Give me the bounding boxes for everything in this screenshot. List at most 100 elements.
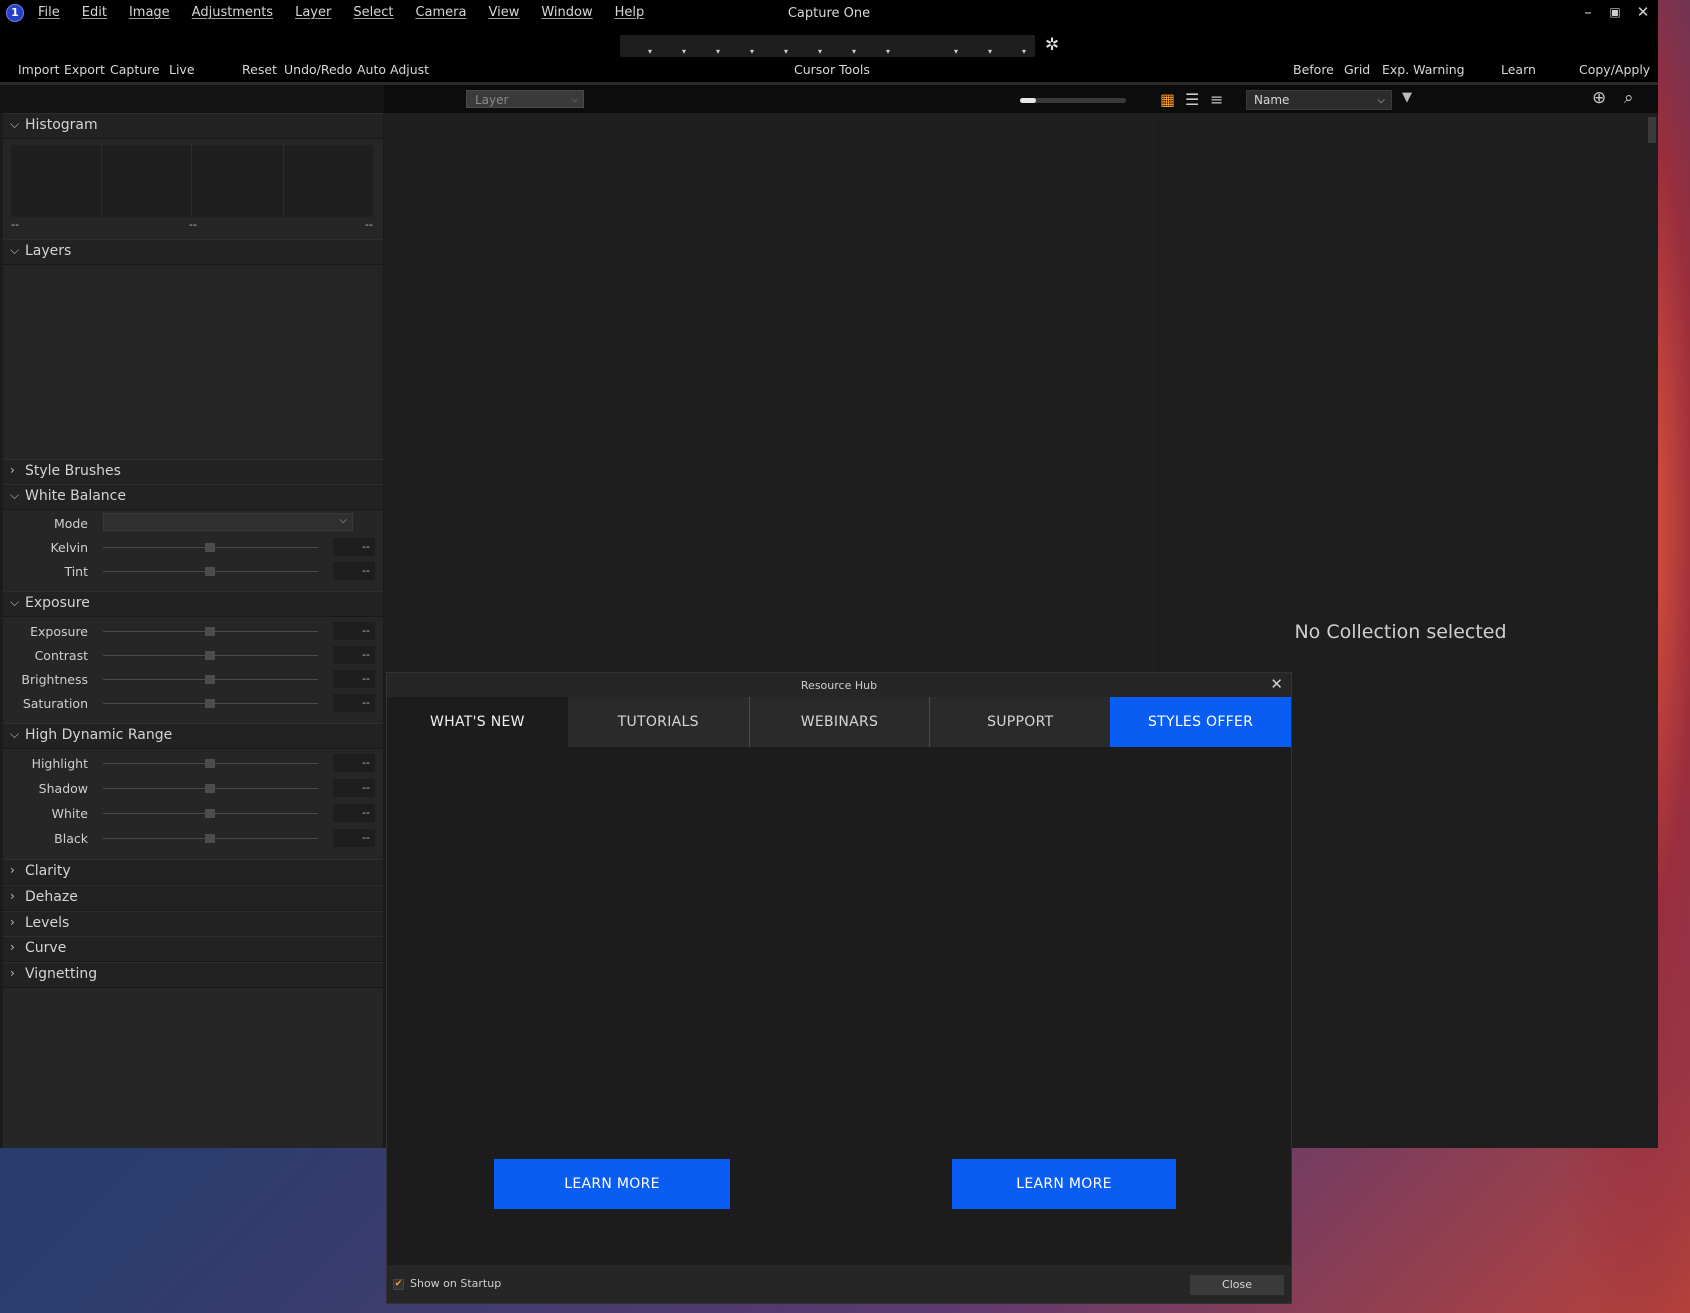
contrast-label: Contrast <box>34 648 88 663</box>
copy-apply-button[interactable]: Copy/Apply <box>1579 62 1650 77</box>
highlight-value[interactable]: -- <box>333 754 375 772</box>
chevron-right-icon: › <box>10 940 15 954</box>
kelvin-value[interactable]: -- <box>333 538 375 556</box>
shadow-value[interactable]: -- <box>333 779 375 797</box>
import-button[interactable]: Import <box>18 62 60 77</box>
chevron-down-icon: ⌵ <box>10 243 20 257</box>
maximize-icon[interactable]: ▣ <box>1606 5 1624 19</box>
tool-caret-icon[interactable]: ▾ <box>682 47 686 56</box>
kelvin-slider-handle[interactable] <box>205 543 215 552</box>
style-brushes-title: Style Brushes <box>25 463 121 479</box>
saturation-slider-handle[interactable] <box>205 699 215 708</box>
chevron-right-icon: › <box>10 915 15 929</box>
saturation-value[interactable]: -- <box>333 694 375 712</box>
tool-caret-icon[interactable]: ▾ <box>954 47 958 56</box>
capture-button[interactable]: Capture <box>110 62 160 77</box>
style-brushes-header[interactable]: › Style Brushes <box>3 459 383 485</box>
contrast-value[interactable]: -- <box>333 646 375 664</box>
chevron-right-icon: › <box>10 889 15 903</box>
tool-caret-icon[interactable]: ▾ <box>648 47 652 56</box>
list-view-icon[interactable]: ☰ <box>1185 90 1199 109</box>
filmstrip-view-icon[interactable]: ≡ <box>1210 90 1223 109</box>
vignetting-title: Vignetting <box>25 966 98 982</box>
resource-tabs: WHAT'S NEW TUTORIALS WEBINARS SUPPORT ST… <box>387 697 1291 747</box>
tool-caret-icon[interactable]: ▾ <box>852 47 856 56</box>
black-slider-handle[interactable] <box>205 834 215 843</box>
wb-mode-select[interactable]: ⌵ <box>103 513 353 531</box>
white-slider-handle[interactable] <box>205 809 215 818</box>
white-value[interactable]: -- <box>333 804 375 822</box>
vignetting-header[interactable]: › Vignetting <box>3 962 383 988</box>
filter-icon[interactable]: ▼ <box>1402 90 1412 105</box>
image-viewer[interactable] <box>384 113 1156 673</box>
black-row: Black -- <box>3 828 383 850</box>
live-button[interactable]: Live <box>169 62 195 77</box>
grid-button[interactable]: Grid <box>1344 62 1370 77</box>
layer-select[interactable]: Layer ⌵ <box>466 90 584 108</box>
zoom-search-icon[interactable]: ⊕ <box>1592 88 1606 108</box>
dialog-title-bar[interactable]: Resource Hub ✕ <box>387 673 1291 697</box>
tool-caret-icon[interactable]: ▾ <box>784 47 788 56</box>
minimize-icon[interactable]: – <box>1579 3 1597 21</box>
tab-webinars[interactable]: WEBINARS <box>748 697 930 747</box>
chevron-down-icon: ⌵ <box>10 595 20 609</box>
auto-adjust-button[interactable]: Auto Adjust <box>357 62 429 77</box>
viewer-subbar: Layer ⌵ ▦ ☰ ≡ Name ⌵ ▼ ⊕ ⌕ <box>0 85 1658 113</box>
tool-caret-icon[interactable]: ▾ <box>1022 47 1026 56</box>
sort-select[interactable]: Name ⌵ <box>1246 90 1392 110</box>
histogram-header[interactable]: ⌵ Histogram <box>3 113 383 139</box>
clarity-header[interactable]: › Clarity <box>3 859 383 885</box>
learn-more-button[interactable]: LEARN MORE <box>494 1159 730 1209</box>
exposure-slider-handle[interactable] <box>205 627 215 636</box>
white-balance-header[interactable]: ⌵ White Balance <box>3 484 383 510</box>
tool-caret-icon[interactable]: ▾ <box>750 47 754 56</box>
tint-label: Tint <box>64 564 88 579</box>
spinner-icon: ✲ <box>1045 35 1060 55</box>
window-title: Capture One <box>787 6 871 21</box>
levels-header[interactable]: › Levels <box>3 911 383 937</box>
close-icon[interactable]: ✕ <box>1270 675 1283 693</box>
exposure-value[interactable]: -- <box>333 622 375 640</box>
export-button[interactable]: Export <box>64 62 105 77</box>
cursor-tools-bar[interactable]: ▾ ▾ ▾ ▾ ▾ ▾ ▾ ▾ ▾ ▾ ▾ <box>620 35 1035 57</box>
browser-scrollbar[interactable] <box>1648 117 1656 143</box>
close-button[interactable]: Close <box>1190 1275 1284 1295</box>
tab-support[interactable]: SUPPORT <box>929 697 1111 747</box>
layers-title: Layers <box>25 243 72 259</box>
tool-caret-icon[interactable]: ▾ <box>818 47 822 56</box>
layers-header[interactable]: ⌵ Layers <box>3 239 383 265</box>
zoom-slider[interactable] <box>1020 98 1126 103</box>
dehaze-header[interactable]: › Dehaze <box>3 885 383 911</box>
highlight-slider-handle[interactable] <box>205 759 215 768</box>
tint-slider-handle[interactable] <box>205 567 215 576</box>
tool-caret-icon[interactable]: ▾ <box>886 47 890 56</box>
show-on-startup-checkbox[interactable]: ✔ <box>393 1279 404 1290</box>
tint-value[interactable]: -- <box>333 562 375 580</box>
grid-view-icon[interactable]: ▦ <box>1160 90 1175 109</box>
shadow-slider-handle[interactable] <box>205 784 215 793</box>
curve-header[interactable]: › Curve <box>3 936 383 962</box>
tool-caret-icon[interactable]: ▾ <box>988 47 992 56</box>
exposure-label: Exposure <box>30 624 88 639</box>
layers-list[interactable] <box>3 265 383 465</box>
brightness-value[interactable]: -- <box>333 670 375 688</box>
close-window-icon[interactable]: ✕ <box>1634 3 1652 21</box>
search-icon[interactable]: ⌕ <box>1624 88 1634 108</box>
hdr-header[interactable]: ⌵ High Dynamic Range <box>3 723 383 749</box>
tool-caret-icon[interactable]: ▾ <box>716 47 720 56</box>
reset-button[interactable]: Reset <box>242 62 277 77</box>
before-button[interactable]: Before <box>1293 62 1334 77</box>
tab-tutorials[interactable]: TUTORIALS <box>567 697 749 747</box>
learn-more-button[interactable]: LEARN MORE <box>952 1159 1176 1209</box>
contrast-slider-handle[interactable] <box>205 651 215 660</box>
brightness-row: Brightness -- <box>3 669 383 691</box>
undo-redo-button[interactable]: Undo/Redo <box>284 62 352 77</box>
exp-warning-button[interactable]: Exp. Warning <box>1382 62 1465 77</box>
black-value[interactable]: -- <box>333 829 375 847</box>
brightness-slider-handle[interactable] <box>205 675 215 684</box>
zoom-slider-fill <box>1020 98 1036 103</box>
tab-styles-offer[interactable]: STYLES OFFER <box>1110 697 1291 747</box>
tab-whats-new[interactable]: WHAT'S NEW <box>387 697 568 747</box>
exposure-header[interactable]: ⌵ Exposure <box>3 591 383 617</box>
learn-button[interactable]: Learn <box>1501 62 1536 77</box>
